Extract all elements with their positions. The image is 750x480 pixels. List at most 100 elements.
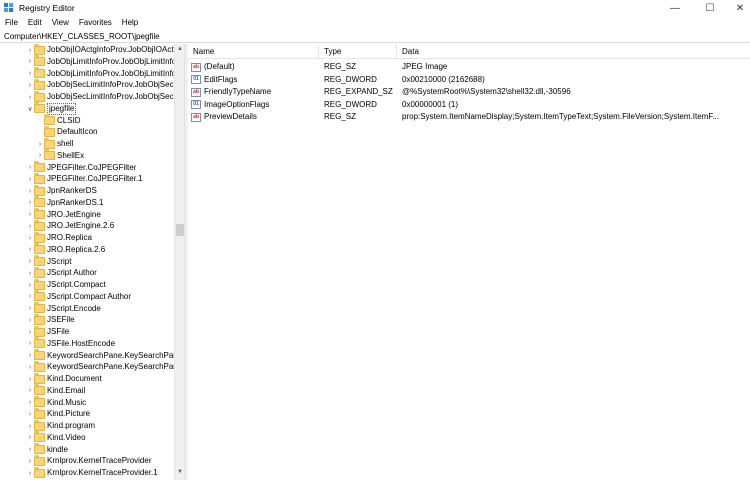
tree-item[interactable]: › JSFile.HostEncode (26, 337, 115, 350)
tree-item[interactable]: › JRO.JetEngine.2.6 (26, 219, 114, 232)
chevron-right-icon[interactable]: › (26, 432, 34, 444)
chevron-right-icon[interactable]: › (26, 420, 34, 432)
tree-item[interactable]: › JpnRankerDS.1 (26, 196, 103, 209)
chevron-right-icon[interactable]: › (26, 91, 34, 103)
tree-item[interactable]: › ShellEx (36, 149, 84, 162)
chevron-down-icon[interactable]: ∨ (26, 103, 34, 115)
tree-item[interactable]: › kindle (26, 443, 68, 456)
maximize-button[interactable]: ☐ (695, 0, 725, 16)
tree-item[interactable]: › Kind.Video (26, 431, 86, 444)
chevron-right-icon[interactable]: › (26, 361, 34, 373)
value-name: FriendlyTypeName (204, 87, 272, 96)
value-row[interactable]: ab PreviewDetails REG_SZ prop:System.ItemNa… (188, 111, 750, 123)
tree-item[interactable]: › KeywordSearchPane.KeySearchPane (26, 349, 182, 362)
tree-item[interactable]: › Kind.program (26, 419, 95, 432)
value-data: 0x00210000 (2162688) (402, 74, 485, 84)
folder-icon (34, 325, 45, 337)
chevron-right-icon[interactable]: › (26, 256, 34, 268)
scroll-thumb[interactable] (176, 224, 184, 236)
chevron-right-icon[interactable]: › (26, 162, 34, 174)
tree-item[interactable]: › JScript.Compact Author (26, 290, 131, 303)
tree-item[interactable]: › Kind.Document (26, 372, 102, 385)
tree-item[interactable]: DefaultIcon (36, 125, 97, 138)
address-bar[interactable]: Computer\HKEY_CLASSES_ROOT\jpegfile (0, 30, 750, 43)
chevron-right-icon[interactable]: › (26, 373, 34, 385)
tree-item[interactable]: › JScript.Encode (26, 302, 101, 315)
tree-item[interactable]: ∨ jpegfile (26, 102, 77, 115)
chevron-right-icon[interactable]: › (26, 291, 34, 303)
menu-file[interactable]: File (0, 16, 23, 30)
value-row[interactable]: ab FriendlyTypeName REG_EXPAND_SZ @%SystemR… (188, 86, 750, 98)
tree-item[interactable]: › JRO.JetEngine (26, 208, 101, 221)
chevron-right-icon[interactable]: › (26, 444, 34, 456)
chevron-right-icon[interactable]: › (26, 455, 34, 467)
chevron-right-icon[interactable]: › (26, 244, 34, 256)
tree-item[interactable]: › Krnlprov.KernelTraceProvider.1 (26, 466, 158, 479)
chevron-right-icon[interactable]: › (26, 209, 34, 221)
tree-item[interactable]: › JRO.Replica.2.6 (26, 243, 105, 256)
chevron-right-icon[interactable]: › (26, 197, 34, 209)
menu-help[interactable]: Help (117, 16, 143, 30)
menu-edit[interactable]: Edit (23, 16, 47, 30)
value-row[interactable]: 01 EditFlags REG_DWORD 0x00210000 (2162688) (188, 74, 750, 86)
chevron-right-icon[interactable]: › (26, 350, 34, 362)
chevron-right-icon[interactable]: › (26, 467, 34, 479)
tree-item[interactable]: › JPEGFilter.CoJPEGFilter (26, 161, 136, 174)
value-row[interactable]: 01 ImageOptionFlags REG_DWORD 0x00000001 (1… (188, 99, 750, 111)
value-type: REG_SZ (324, 62, 357, 71)
column-header-data[interactable]: Data (397, 44, 750, 59)
close-button[interactable]: ✕ (725, 0, 750, 16)
tree-item[interactable]: › JPEGFilter.CoJPEGFilter.1 (26, 172, 143, 185)
tree-item-label: Krnlprov.KernelTraceProvider.1 (47, 468, 158, 477)
value-name-cell: ab (Default) (191, 61, 319, 73)
menu-favorites[interactable]: Favorites (74, 16, 117, 30)
tree-item[interactable]: › JobObjLimitInfoProv.JobObjLimitInfo (26, 67, 176, 80)
tree-item[interactable]: › JSFile (26, 325, 69, 338)
tree-item[interactable]: › Krnlprov.KernelTraceProvider (26, 454, 151, 467)
tree-item[interactable]: › JRO.Replica (26, 231, 92, 244)
chevron-right-icon[interactable]: › (26, 385, 34, 397)
chevron-right-icon[interactable]: › (26, 326, 34, 338)
chevron-right-icon[interactable]: › (36, 150, 44, 162)
tree-item[interactable]: › KeywordSearchPane.KeySearchPane. (26, 360, 184, 373)
chevron-right-icon[interactable]: › (36, 138, 44, 150)
tree-item[interactable]: › JobObjSecLimitInfoProv.JobObjSecLi (26, 78, 180, 91)
value-row[interactable]: ab (Default) REG_SZ JPEG Image (188, 61, 750, 73)
tree-item[interactable]: › JpnRankerDS (26, 184, 97, 197)
tree-item[interactable]: › JScript.Compact (26, 278, 106, 291)
chevron-right-icon[interactable]: › (26, 397, 34, 409)
tree-item[interactable]: › Kind.Picture (26, 407, 90, 420)
tree-item[interactable]: › JScript Author (26, 266, 97, 279)
minimize-button[interactable]: — (660, 0, 690, 16)
chevron-right-icon[interactable]: › (26, 173, 34, 185)
tree-item[interactable]: › shell (36, 137, 73, 150)
column-header-type[interactable]: Type (319, 44, 397, 59)
tree-item[interactable]: › JobObjIOActgInfoProv.JobObjIOActgI (26, 44, 180, 56)
tree-scrollbar[interactable]: ▲ ▼ (174, 44, 184, 480)
chevron-right-icon[interactable]: › (26, 267, 34, 279)
chevron-right-icon[interactable]: › (26, 232, 34, 244)
chevron-right-icon[interactable]: › (26, 44, 34, 56)
tree-item[interactable]: CLSID (36, 114, 81, 127)
chevron-right-icon[interactable]: › (26, 185, 34, 197)
tree-item[interactable]: › JScript (26, 255, 71, 268)
chevron-right-icon[interactable]: › (26, 56, 34, 68)
tree-item[interactable]: › Kind.Music (26, 396, 86, 409)
tree-item[interactable]: › Kind.Email (26, 384, 85, 397)
chevron-right-icon[interactable]: › (26, 408, 34, 420)
column-header-name[interactable]: Name (188, 44, 319, 59)
chevron-right-icon[interactable]: › (26, 79, 34, 91)
chevron-right-icon[interactable]: › (26, 303, 34, 315)
chevron-right-icon[interactable]: › (26, 220, 34, 232)
chevron-right-icon[interactable]: › (26, 314, 34, 326)
tree-item[interactable]: › JobObjLimitInfoProv.JobObjLimitInfo (26, 55, 176, 68)
chevron-right-icon[interactable]: › (26, 338, 34, 350)
tree-item[interactable]: › JobObjSecLimitInfoProv.JobObjSecLi (26, 90, 180, 103)
tree-item[interactable]: › JSEFile (26, 313, 75, 326)
key-tree[interactable]: › JobObjIOActgInfoProv.JobObjIOActgI › JobO… (0, 44, 184, 480)
menu-view[interactable]: View (47, 16, 74, 30)
folder-icon (34, 208, 45, 219)
chevron-right-icon[interactable]: › (26, 279, 34, 291)
value-name-cell: ab FriendlyTypeName (191, 86, 319, 98)
chevron-right-icon[interactable]: › (26, 68, 34, 80)
